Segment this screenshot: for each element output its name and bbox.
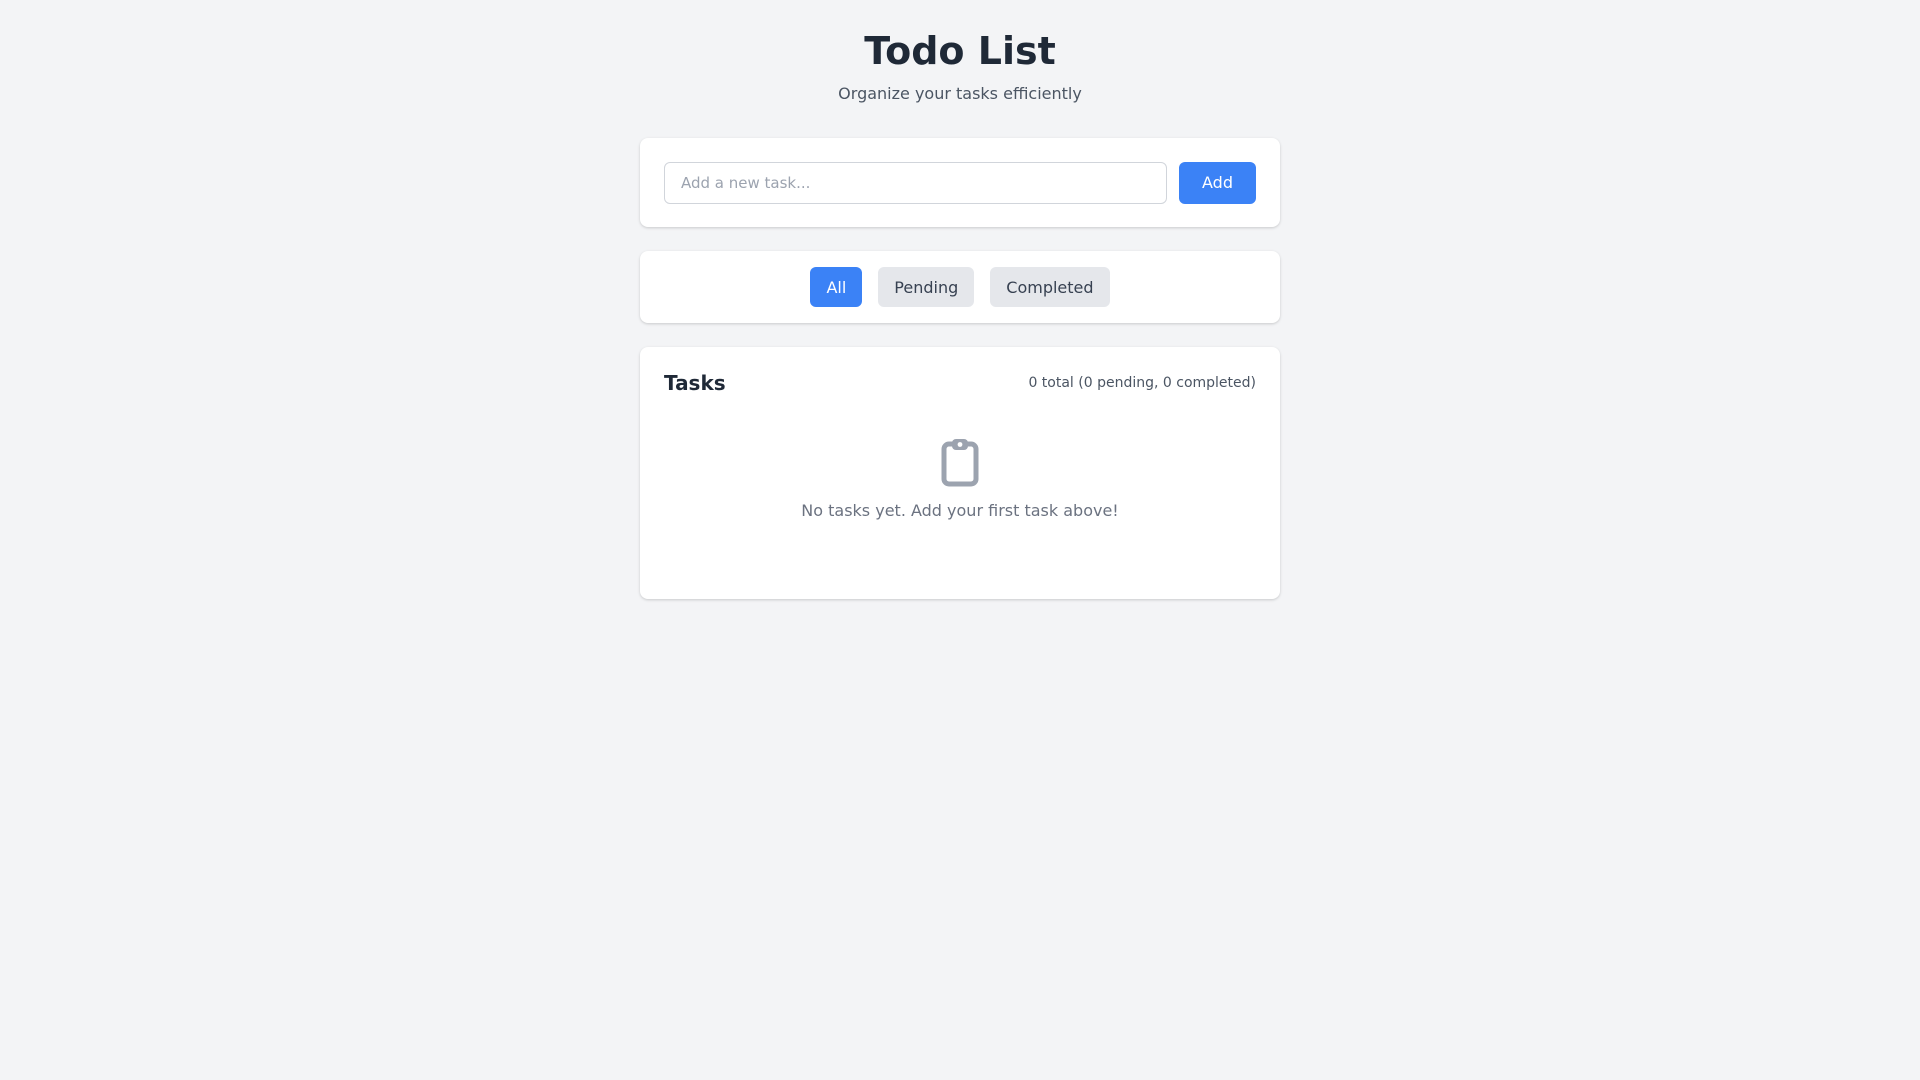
- add-button[interactable]: Add: [1179, 161, 1256, 204]
- tasks-card: Tasks 0 total (0 pending, 0 completed) N…: [640, 347, 1280, 599]
- filter-all-button[interactable]: All: [810, 267, 863, 307]
- page-header: Todo List Organize your tasks efficientl…: [640, 28, 1280, 104]
- tasks-count: 0 total (0 pending, 0 completed): [1028, 375, 1256, 391]
- page-title: Todo List: [864, 29, 1056, 73]
- tasks-title: Tasks: [664, 371, 726, 395]
- todo-app: Todo List Organize your tasks efficientl…: [640, 0, 1280, 599]
- empty-state-text: No tasks yet. Add your first task above!: [801, 501, 1119, 520]
- page-subtitle: Organize your tasks efficiently: [838, 84, 1082, 103]
- add-task-card: Add: [640, 138, 1280, 227]
- new-task-input[interactable]: [664, 161, 1167, 204]
- tasks-header: Tasks 0 total (0 pending, 0 completed): [664, 371, 1256, 395]
- filter-bar: All Pending Completed: [640, 251, 1280, 323]
- empty-state: No tasks yet. Add your first task above!: [664, 437, 1256, 520]
- filter-pending-button[interactable]: Pending: [878, 267, 975, 307]
- clipboard-icon: [940, 437, 980, 487]
- filter-completed-button[interactable]: Completed: [990, 267, 1110, 307]
